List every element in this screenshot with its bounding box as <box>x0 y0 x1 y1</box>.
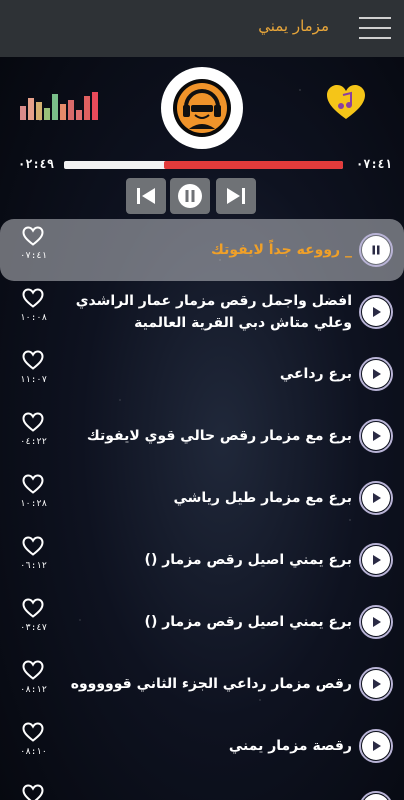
track-play-icon[interactable] <box>359 357 393 391</box>
progress-fill <box>164 161 343 169</box>
track-play-icon[interactable] <box>359 605 393 639</box>
heart-outline-icon[interactable] <box>22 536 44 556</box>
skip-previous-button[interactable] <box>126 178 166 214</box>
dj-headphones-logo-icon <box>161 67 243 149</box>
track-play-icon[interactable] <box>359 729 393 763</box>
track-play-icon[interactable] <box>359 295 393 329</box>
track-play-icon[interactable] <box>359 791 393 800</box>
track-duration: ٠٣:٤٧ <box>20 623 48 633</box>
skip-next-icon <box>227 188 245 204</box>
track-title: برع مع مزمار طيل رياشي <box>173 490 352 506</box>
heart-outline-icon[interactable] <box>22 226 44 246</box>
track-pause-icon[interactable] <box>359 233 393 267</box>
pause-icon <box>178 184 202 208</box>
heart-music-note-icon[interactable] <box>326 85 366 121</box>
track-title: برع رداعي <box>279 366 352 382</box>
track-row[interactable]: ١٠:٢٨ برع مع مزمار طيل رياشي <box>0 467 404 529</box>
heart-outline-icon[interactable] <box>22 598 44 618</box>
track-row[interactable]: ٠٣:٤٧ برع يمني اصيل رقص مزمار () <box>0 591 404 653</box>
heart-outline-icon[interactable] <box>22 474 44 494</box>
hamburger-menu-icon[interactable] <box>359 17 391 41</box>
track-row[interactable]: ١٠:٠٨ افضل واجمل رقص مزمار عمار الراشدي و… <box>0 281 404 343</box>
heart-outline-icon[interactable] <box>22 288 44 308</box>
track-title: رقص مزمار رداعي الجزء الثاني قوووووه <box>70 676 352 692</box>
track-title: رقصة مزمار يمني <box>228 738 352 754</box>
skip-previous-icon <box>137 188 155 204</box>
track-row[interactable]: ٠٧:٤١ _ رووعه جداً لايفوتك <box>0 219 404 281</box>
track-duration: ٠٦:١٢ <box>20 561 48 571</box>
heart-outline-icon[interactable] <box>22 412 44 432</box>
skip-next-button[interactable] <box>216 178 256 214</box>
track-list: ٠٧:٤١ _ رووعه جداً لايفوتك ١٠:٠٨ افضل واجمل… <box>0 219 404 800</box>
track-row[interactable]: ٠٤:٢٢ برع مع مزمار رقص حالي قوي لايفوتك <box>0 405 404 467</box>
track-row[interactable]: ٠٨:١٢ رقص مزمار رداعي الجزء الثاني قووووو… <box>0 653 404 715</box>
track-row[interactable] <box>0 777 404 800</box>
track-row[interactable]: ١١:٠٧ برع رداعي <box>0 343 404 405</box>
track-row[interactable]: ٠٦:١٢ برع يمني اصيل رقص مزمار () <box>0 529 404 591</box>
track-duration: ٠٨:١٠ <box>20 747 48 757</box>
track-duration: ٠٧:٤١ <box>20 251 48 261</box>
total-time: ٠٧:٤١ <box>356 157 393 171</box>
track-duration: ١٠:٠٨ <box>20 313 48 323</box>
track-title: برع يمني اصيل رقص مزمار () <box>144 552 352 568</box>
track-play-icon[interactable] <box>359 419 393 453</box>
equalizer-bars-icon <box>20 90 98 120</box>
heart-outline-icon[interactable] <box>22 722 44 742</box>
track-play-icon[interactable] <box>359 543 393 577</box>
track-duration: ١٠:٢٨ <box>20 499 48 509</box>
heart-outline-icon[interactable] <box>22 784 44 800</box>
progress-bar[interactable] <box>64 161 343 169</box>
track-title: برع يمني اصيل رقص مزمار () <box>144 614 352 630</box>
track-title: برع مع مزمار رقص حالي قوي لايفوتك <box>86 428 352 444</box>
heart-outline-icon[interactable] <box>22 350 44 370</box>
elapsed-time: ٠٢:٤٩ <box>18 157 55 171</box>
track-title: _ رووعه جداً لايفوتك <box>211 242 352 258</box>
app-title: مزمار يمني <box>258 17 329 35</box>
track-duration: ٠٨:١٢ <box>20 685 48 695</box>
track-row[interactable]: ٠٨:١٠ رقصة مزمار يمني <box>0 715 404 777</box>
track-title: افضل واجمل رقص مزمار عمار الراشدي وعلي م… <box>75 293 352 331</box>
track-play-icon[interactable] <box>359 667 393 701</box>
heart-outline-icon[interactable] <box>22 660 44 680</box>
track-duration: ٠٤:٢٢ <box>20 437 48 447</box>
app-header: مزمار يمني <box>0 0 404 57</box>
track-play-icon[interactable] <box>359 481 393 515</box>
pause-button[interactable] <box>170 178 210 214</box>
track-duration: ١١:٠٧ <box>20 375 48 385</box>
